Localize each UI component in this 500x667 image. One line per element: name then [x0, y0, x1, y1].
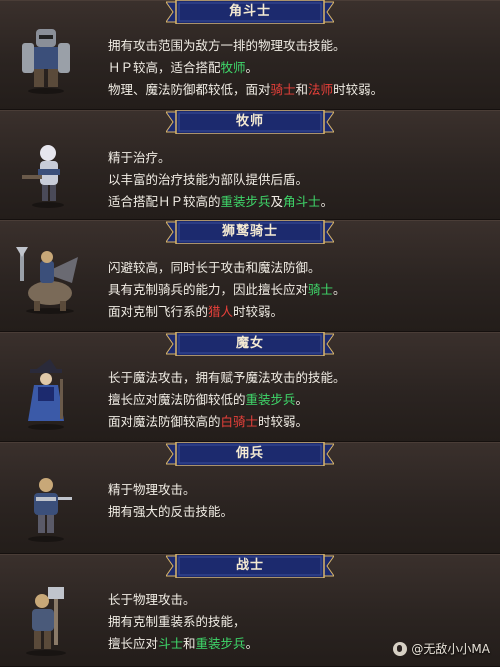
description-line: 具有克制骑兵的能力，因此擅长应对骑士。 [108, 279, 346, 301]
highlight-term: 骑士 [308, 282, 334, 297]
class-card-witch: 魔女 长于魔法攻击，拥有赋予魔法攻击的技能。 擅长应对魔法防御较低的重装步兵。 … [0, 332, 500, 442]
section-title: 狮鹫骑士 [221, 224, 278, 239]
highlight-term: 重装步兵 [245, 392, 296, 407]
description-text: 长于物理攻击。 [108, 592, 196, 607]
description-text: 。 [295, 392, 309, 407]
highlight-term: 重装步兵 [195, 636, 246, 651]
description-lines: 长于魔法攻击，拥有赋予魔法攻击的技能。 擅长应对魔法防御较低的重装步兵。 面对魔… [108, 367, 346, 433]
description-lines: 精于物理攻击。 拥有强大的反击技能。 [108, 479, 233, 523]
description-line: 面对魔法防御较高的白骑士时较弱。 [108, 411, 346, 433]
description-line: 擅长应对斗士和重装步兵。 [108, 633, 258, 655]
section-banner: 角斗士 [166, 0, 334, 24]
description-line: 精于治疗。 [108, 147, 333, 169]
section-title: 佣兵 [235, 446, 264, 461]
warrior-sprite-icon [26, 587, 66, 656]
class-card-gladiator: 角斗士 拥有攻击范围为敌方一排的物理攻击技能。 ＨＰ较高，适合搭配牧师。 物理、… [0, 0, 500, 110]
description-text: 和 [183, 636, 196, 651]
description-text: 精于治疗。 [108, 150, 171, 165]
cleric-sprite-icon [22, 145, 64, 208]
description-line: 长于魔法攻击，拥有赋予魔法攻击的技能。 [108, 367, 346, 389]
description-line: 擅长应对魔法防御较低的重装步兵。 [108, 389, 346, 411]
description-text: 和 [295, 82, 309, 97]
description-text: 长于魔法攻击，拥有赋予魔法攻击的技能。 [108, 370, 346, 385]
description-text: 擅长应对 [108, 636, 159, 651]
description-text: 时较弱。 [258, 414, 309, 429]
class-card-cleric: 牧师 精于治疗。 以丰富的治疗技能为部队提供后盾。 适合搭配ＨＰ较高的重装步兵及… [0, 110, 500, 220]
section-banner: 魔女 [166, 332, 334, 356]
description-line: ＨＰ较高，适合搭配牧师。 [108, 57, 383, 79]
description-text: 。 [245, 636, 259, 651]
section-title: 角斗士 [228, 4, 271, 19]
highlight-term: 牧师 [220, 60, 246, 75]
description-text: 面对克制飞行系的 [108, 304, 209, 319]
highlight-term: 白骑士 [220, 414, 259, 429]
class-card-griffin-knight: 狮鹫骑士 闪避较高，同时长于攻击和魔法防御。 具有克制骑兵的能力，因此擅长应对骑… [0, 220, 500, 332]
description-text: 精于物理攻击。 [108, 482, 196, 497]
section-banner: 牧师 [166, 110, 334, 134]
description-text: 。 [320, 194, 334, 209]
description-text: 闪避较高，同时长于攻击和魔法防御。 [108, 260, 321, 275]
description-line: 长于物理攻击。 [108, 589, 258, 611]
description-text: 拥有克制重装系的技能， [108, 614, 246, 629]
section-banner: 战士 [166, 554, 334, 578]
description-text: 擅长应对魔法防御较低的 [108, 392, 246, 407]
section-title: 战士 [235, 558, 264, 573]
description-text: 拥有强大的反击技能。 [108, 504, 234, 519]
description-text: 及 [270, 194, 284, 209]
description-line: 面对克制飞行系的猎人时较弱。 [108, 301, 346, 323]
watermark: @无敌小小MA [393, 640, 490, 657]
highlight-term: 斗士 [158, 636, 184, 651]
description-line: 拥有攻击范围为敌方一排的物理攻击技能。 [108, 35, 383, 57]
description-line: 拥有强大的反击技能。 [108, 501, 233, 523]
description-lines: 拥有攻击范围为敌方一排的物理攻击技能。 ＨＰ较高，适合搭配牧师。 物理、魔法防御… [108, 35, 383, 101]
description-text: 以丰富的治疗技能为部队提供后盾。 [108, 172, 309, 187]
description-lines: 闪避较高，同时长于攻击和魔法防御。 具有克制骑兵的能力，因此擅长应对骑士。 面对… [108, 257, 346, 323]
description-text: 具有克制骑兵的能力，因此擅长应对 [108, 282, 309, 297]
section-banner: 狮鹫骑士 [166, 220, 334, 244]
section-banner: 佣兵 [166, 442, 334, 466]
highlight-term: 法师 [308, 82, 334, 97]
witch-sprite-icon [28, 359, 64, 430]
description-text: 面对魔法防御较高的 [108, 414, 221, 429]
gladiator-sprite-icon [22, 29, 70, 94]
description-text: 时较弱。 [233, 304, 284, 319]
class-card-mercenary: 佣兵 精于物理攻击。 拥有强大的反击技能。 [0, 442, 500, 554]
description-text: 适合搭配ＨＰ较高的 [108, 194, 221, 209]
description-lines: 长于物理攻击。 拥有克制重装系的技能， 擅长应对斗士和重装步兵。 [108, 589, 258, 655]
description-line: 闪避较高，同时长于攻击和魔法防御。 [108, 257, 346, 279]
description-line: 适合搭配ＨＰ较高的重装步兵及角斗士。 [108, 191, 333, 213]
description-line: 精于物理攻击。 [108, 479, 233, 501]
highlight-term: 重装步兵 [220, 194, 271, 209]
description-text: 。 [333, 282, 346, 297]
highlight-term: 角斗士 [283, 194, 321, 209]
description-text: 时较弱。 [333, 82, 384, 97]
section-title: 魔女 [235, 336, 264, 351]
mercenary-sprite-icon [28, 478, 72, 542]
description-text: 拥有攻击范围为敌方一排的物理攻击技能。 [108, 38, 346, 53]
section-title: 牧师 [235, 114, 264, 129]
user-icon [393, 641, 408, 656]
watermark-text: @无敌小小MA [411, 642, 490, 656]
description-line: 以丰富的治疗技能为部队提供后盾。 [108, 169, 333, 191]
description-text: ＨＰ较高，适合搭配 [108, 60, 221, 75]
description-text: 。 [245, 60, 259, 75]
description-line: 物理、魔法防御都较低，面对骑士和法师时较弱。 [108, 79, 383, 101]
description-lines: 精于治疗。 以丰富的治疗技能为部队提供后盾。 适合搭配ＨＰ较高的重装步兵及角斗士… [108, 147, 333, 213]
highlight-term: 骑士 [270, 82, 296, 97]
description-text: 物理、魔法防御都较低，面对 [108, 82, 271, 97]
highlight-term: 猎人 [208, 304, 234, 319]
description-line: 拥有克制重装系的技能， [108, 611, 258, 633]
griffin-knight-sprite-icon [16, 247, 78, 314]
